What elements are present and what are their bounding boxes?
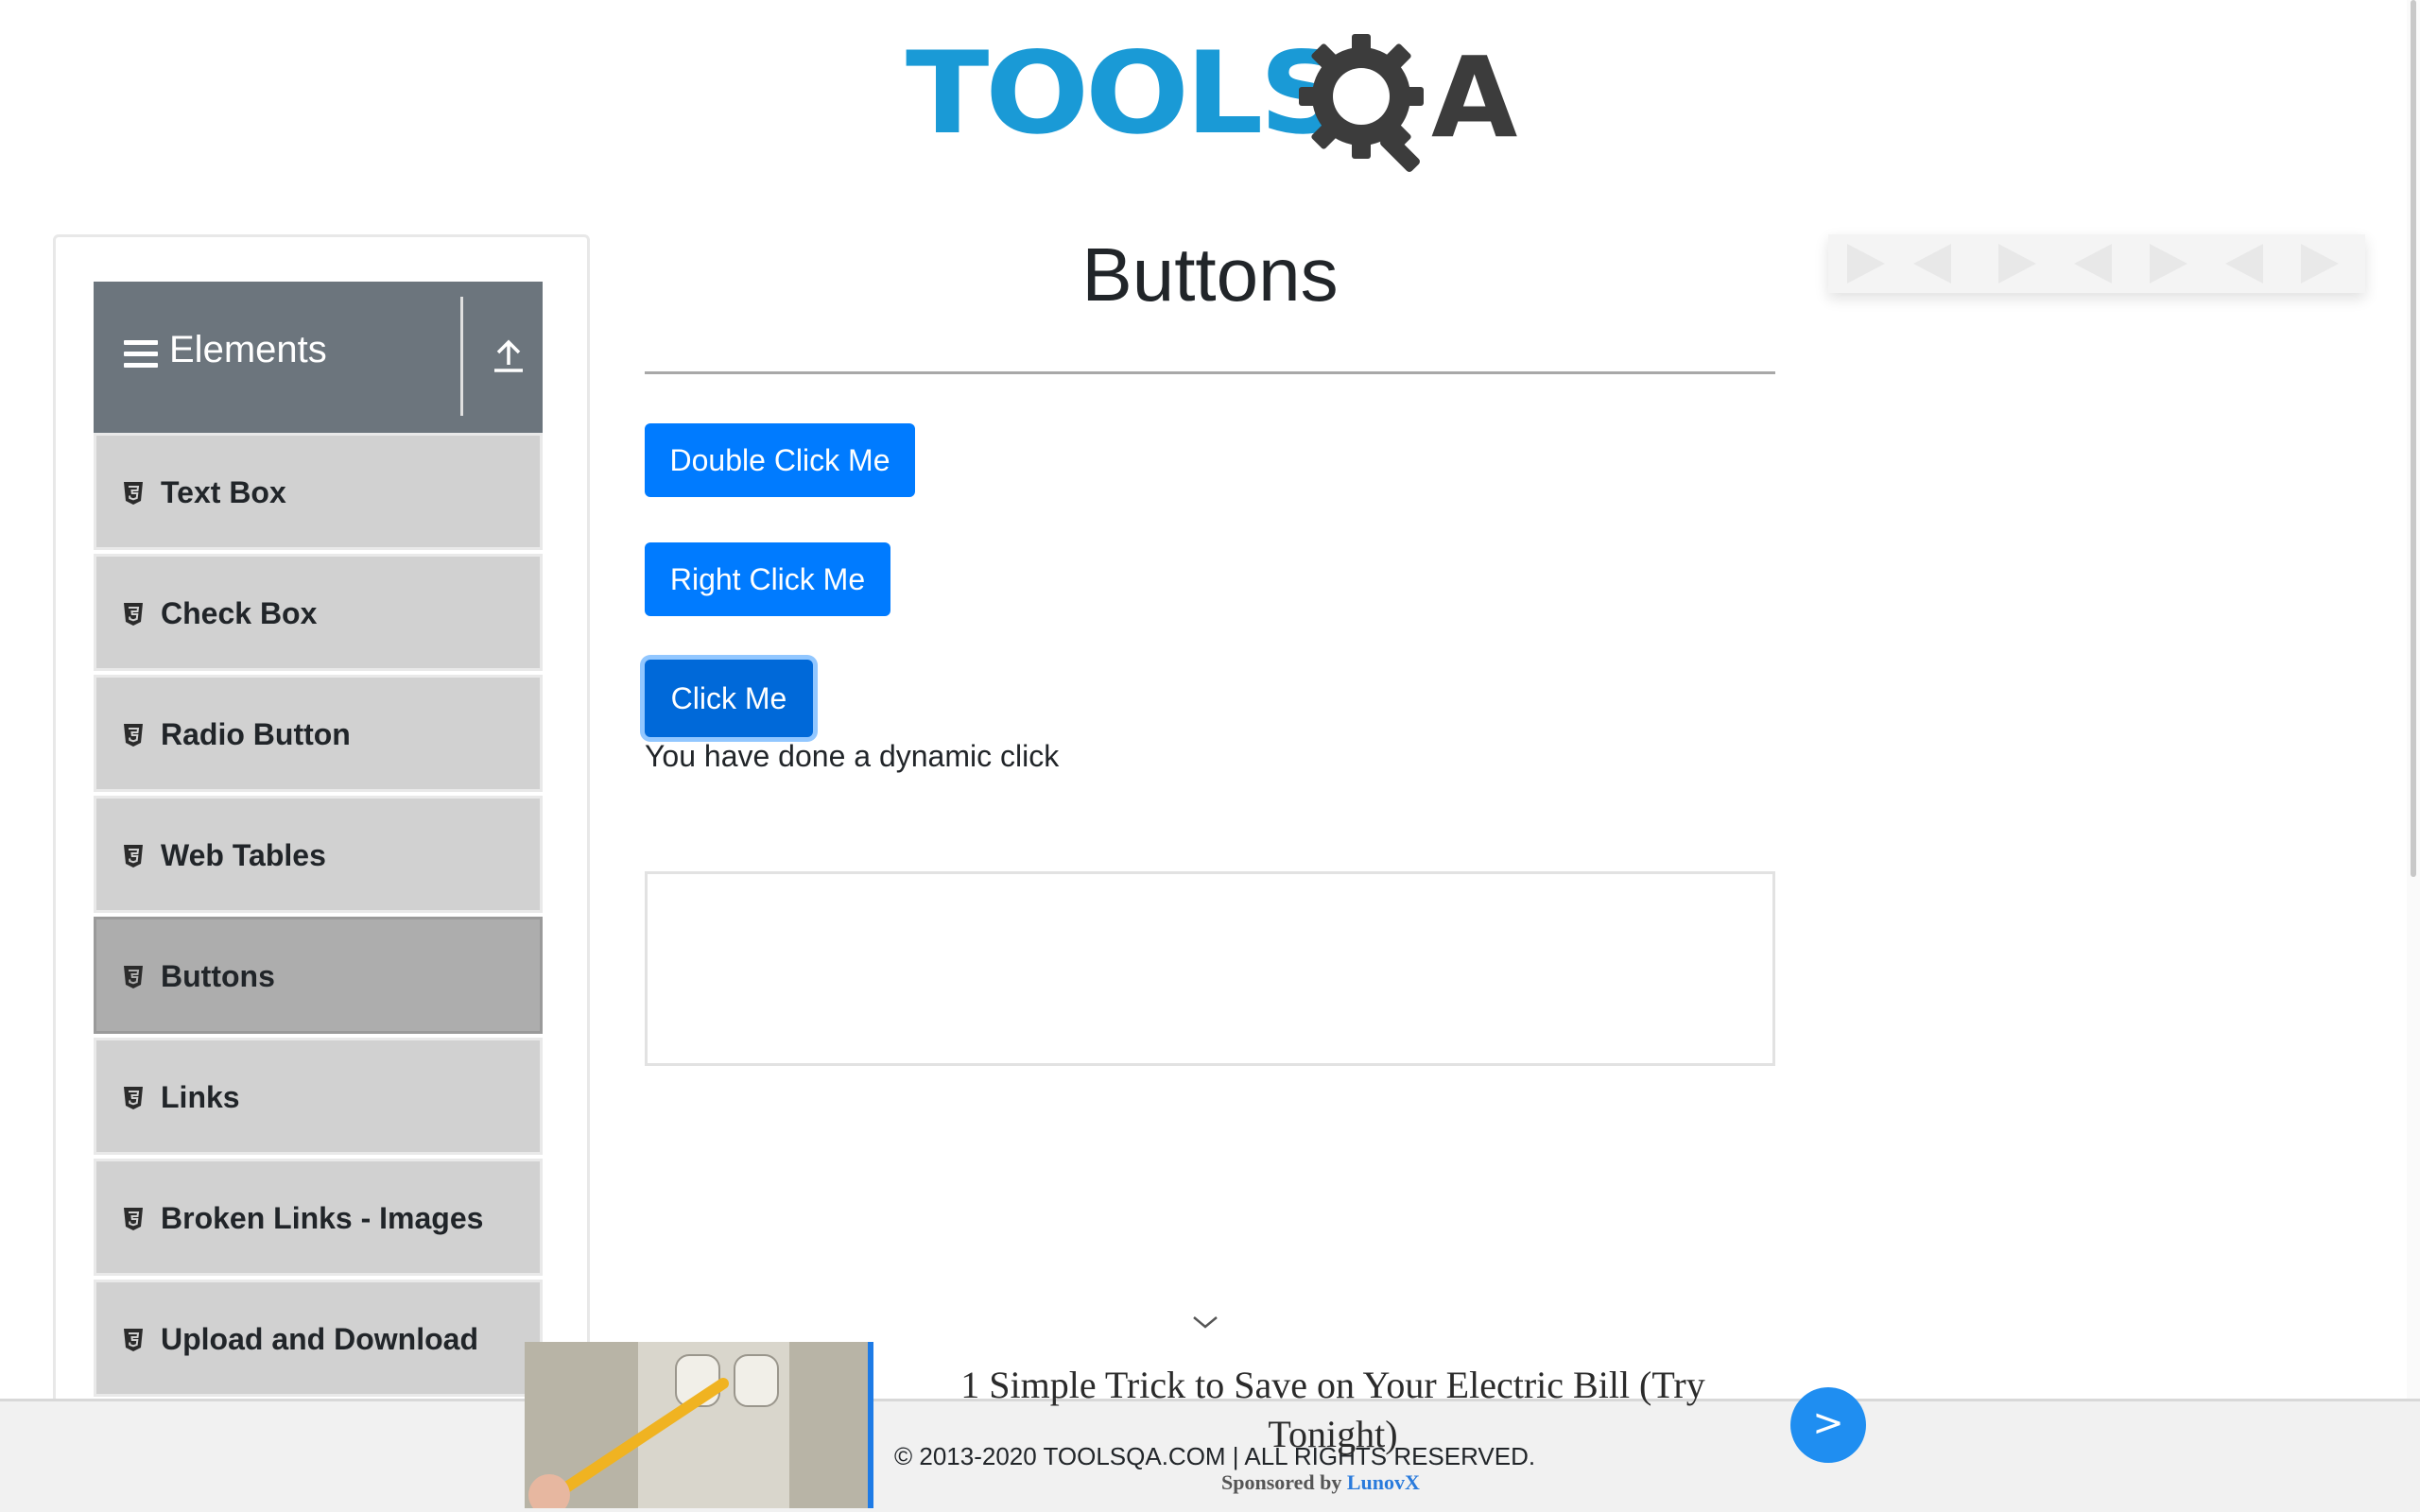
page-scrollbar[interactable]	[2407, 0, 2420, 1512]
sidebar-item-label: Buttons	[161, 959, 275, 993]
sidebar-item-web-tables[interactable]: Web Tables	[94, 796, 543, 913]
sidebar-item-check-box[interactable]: Check Box	[94, 554, 543, 671]
sidebar-item-label: Broken Links - Images	[161, 1201, 484, 1235]
scrollbar-thumb[interactable]	[2411, 0, 2416, 877]
sidebar-item-broken-links-images[interactable]: Broken Links - Images	[94, 1159, 543, 1276]
html5-icon	[124, 482, 143, 505]
elements-group-header[interactable]: Elements	[94, 282, 543, 433]
sponsor-name[interactable]: LunovX	[1347, 1470, 1420, 1494]
group-title: Elements	[169, 329, 327, 370]
html5-icon	[124, 966, 143, 988]
sidebar-item-label: Links	[161, 1080, 240, 1114]
right-ad-banner[interactable]	[1828, 234, 2365, 293]
ad-pattern-graphic	[1847, 244, 2339, 284]
sidebar-item-label: Radio Button	[161, 717, 351, 751]
double-click-button[interactable]: Double Click Me	[645, 423, 915, 497]
sidebar-item-upload-and-download[interactable]: Upload and Download	[94, 1280, 543, 1397]
toolsqa-logo[interactable]: TOOLS A	[906, 28, 1520, 172]
sidebar-item-label: Upload and Download	[161, 1322, 478, 1356]
page-title: Buttons	[1081, 232, 1339, 317]
header-divider	[460, 297, 463, 416]
sidebar-item-label: Web Tables	[161, 838, 326, 872]
gear-magnifier-icon	[1299, 34, 1424, 172]
logo-wordmark: TOOLS	[906, 28, 1347, 160]
title-divider	[645, 371, 1775, 374]
sidebar-item-links[interactable]: Links	[94, 1038, 543, 1155]
html5-icon	[124, 1087, 143, 1109]
html5-icon	[124, 603, 143, 626]
html5-icon	[124, 1329, 143, 1351]
outlet-photo	[525, 1342, 873, 1508]
html5-icon	[124, 1208, 143, 1230]
collapse-up-icon[interactable]	[491, 336, 527, 374]
ad-image[interactable]	[525, 1342, 873, 1508]
dynamic-click-message: You have done a dynamic click	[645, 739, 1060, 773]
sidebar-item-label: Text Box	[161, 475, 286, 509]
html5-icon	[124, 845, 143, 868]
sidebar-item-buttons[interactable]: Buttons	[94, 917, 543, 1034]
sidebar-item-text-box[interactable]: Text Box	[94, 433, 543, 550]
sponsored-prefix: Sponsored by	[1221, 1470, 1342, 1494]
ad-go-button[interactable]: >	[1790, 1387, 1866, 1463]
ad-placeholder	[645, 871, 1775, 1066]
sidebar-item-radio-button[interactable]: Radio Button	[94, 675, 543, 792]
hamburger-icon	[124, 340, 158, 369]
logo-letter-a: A	[1431, 32, 1518, 163]
ad-sponsor-line: Sponsored by LunovX	[1221, 1470, 1420, 1495]
click-me-button[interactable]: Click Me	[645, 660, 813, 737]
chevron-down-icon[interactable]	[1191, 1314, 1219, 1332]
ad-accent-bar	[868, 1342, 873, 1508]
html5-icon	[124, 724, 143, 747]
ad-headline[interactable]: 1 Simple Trick to Save on Your Electric …	[936, 1361, 1730, 1459]
sidebar-item-label: Check Box	[161, 596, 318, 630]
right-click-button[interactable]: Right Click Me	[645, 542, 890, 616]
elements-menu: Text Box Check Box Radio Button Web Tabl…	[94, 433, 543, 1400]
